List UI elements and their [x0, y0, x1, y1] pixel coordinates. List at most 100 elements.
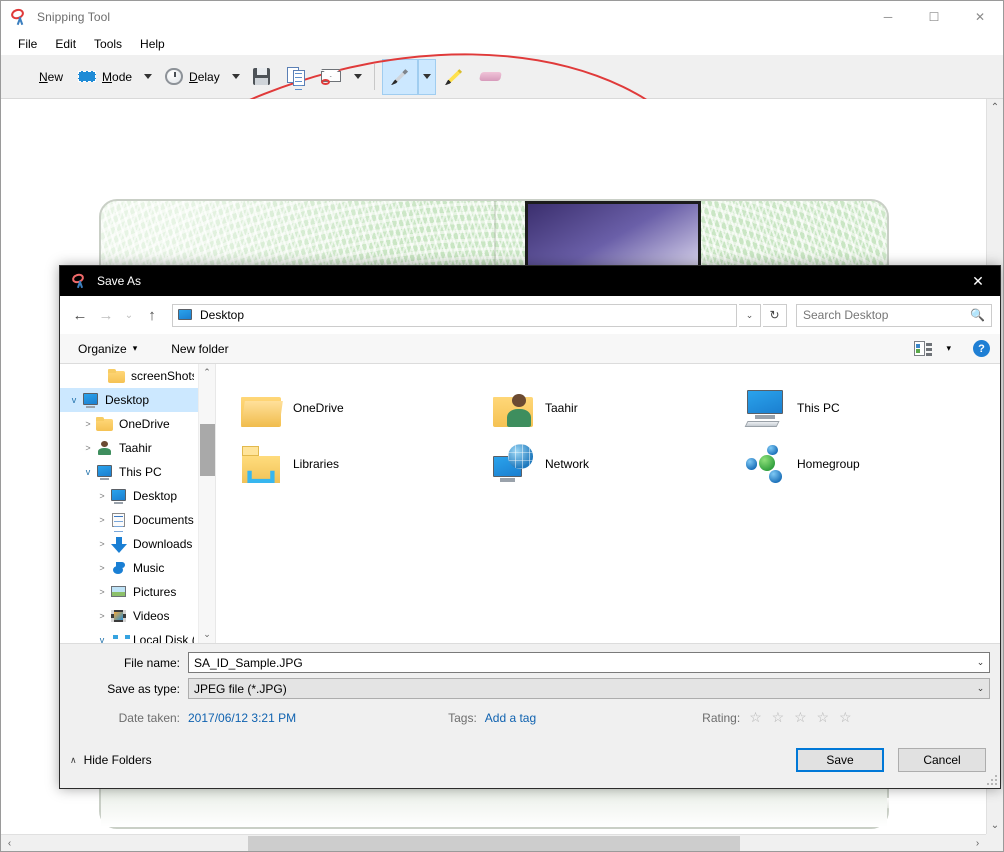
tree-item-documents[interactable]: > Documents [60, 508, 198, 532]
chevron-right-icon[interactable]: > [94, 563, 110, 573]
chevron-right-icon[interactable]: > [94, 515, 110, 525]
tree-item-label: screenShots [131, 369, 194, 383]
rating-stars[interactable]: ☆ ☆ ☆ ☆ ☆ [749, 709, 854, 726]
file-item-label: This PC [797, 401, 840, 415]
address-bar[interactable]: Desktop [172, 303, 737, 327]
forward-button[interactable]: → [94, 303, 118, 327]
mode-icon [77, 69, 97, 85]
change-view-button[interactable]: ▾ [906, 338, 959, 359]
menu-edit[interactable]: Edit [46, 35, 85, 53]
back-button[interactable]: ← [68, 303, 92, 327]
dialog-command-bar: Organize ▾ New folder ▾ ? [60, 334, 1000, 364]
navigation-scroll-thumb[interactable] [200, 424, 215, 476]
scroll-down-arrow[interactable]: ⌄ [987, 817, 1004, 834]
maximize-button[interactable]: ☐ [911, 1, 957, 33]
chevron-right-icon[interactable]: > [94, 587, 110, 597]
scroll-left-arrow[interactable]: ‹ [1, 835, 18, 852]
file-item-homegroup[interactable]: Homegroup [738, 436, 990, 492]
file-list-view[interactable]: OneDrive Taahir This PC Libraries Networ… [216, 364, 1000, 643]
highlighter-icon [443, 66, 465, 88]
file-name-input[interactable]: SA_ID_Sample.JPG ⌄ [188, 652, 990, 673]
tree-item-onedrive[interactable]: > OneDrive [60, 412, 198, 436]
tree-item-downloads[interactable]: > Downloads [60, 532, 198, 556]
scroll-down-arrow[interactable]: ⌄ [199, 626, 215, 643]
date-taken-value[interactable]: 2017/06/12 3:21 PM [188, 711, 296, 725]
file-item-this-pc[interactable]: This PC [738, 380, 990, 436]
canvas-horizontal-scrollbar[interactable]: ‹ › [1, 834, 986, 851]
navigation-scrollbar[interactable]: ⌃ ⌄ [198, 364, 215, 643]
horizontal-scroll-thumb[interactable] [247, 835, 740, 851]
dialog-body: screenShots v Desktop > OneDrive > Taahi… [60, 364, 1000, 644]
chevron-down-icon: ▾ [946, 343, 951, 353]
hide-folders-label: Hide Folders [83, 753, 152, 767]
chevron-right-icon[interactable]: > [94, 611, 110, 621]
chevron-down-icon: ▾ [132, 343, 138, 353]
menu-help[interactable]: Help [131, 35, 174, 53]
save-button[interactable]: Save [796, 748, 884, 772]
chevron-down-icon[interactable]: v [94, 635, 110, 643]
tree-item-desktop-child[interactable]: > Desktop [60, 484, 198, 508]
dialog-close-button[interactable]: ✕ [956, 266, 1000, 296]
tree-item-this-pc[interactable]: v This PC [60, 460, 198, 484]
delay-button[interactable]: Delay [157, 59, 227, 95]
pictures-icon [110, 584, 127, 600]
snipping-tool-icon [70, 272, 88, 289]
tree-item-music[interactable]: > Music [60, 556, 198, 580]
mode-button[interactable]: Mode [70, 59, 139, 95]
scroll-up-arrow[interactable]: ⌃ [987, 99, 1004, 116]
file-item-label: Libraries [293, 457, 340, 471]
tree-item-local-disk[interactable]: v Local Disk (C:) [60, 628, 198, 643]
minimize-button[interactable]: ─ [865, 1, 911, 33]
save-as-type-value: JPEG file (*.JPG) [194, 681, 287, 696]
new-folder-label: New folder [171, 341, 229, 356]
tree-item-videos[interactable]: > Videos [60, 604, 198, 628]
navigation-pane[interactable]: screenShots v Desktop > OneDrive > Taahi… [60, 364, 216, 643]
save-as-type-select[interactable]: JPEG file (*.JPG) ⌄ [188, 678, 990, 699]
hide-folders-button[interactable]: ∧ Hide Folders [70, 753, 152, 767]
dialog-title: Save As [97, 274, 142, 288]
chevron-right-icon[interactable]: > [80, 419, 96, 429]
recent-locations-button[interactable]: ⌄ [120, 303, 138, 327]
file-item-taahir[interactable]: Taahir [486, 380, 738, 436]
scroll-right-arrow[interactable]: › [969, 835, 986, 852]
address-dropdown-button[interactable]: ⌄ [739, 303, 761, 327]
tree-item-desktop[interactable]: v Desktop [60, 388, 198, 412]
chevron-down-icon[interactable]: ⌄ [972, 679, 989, 698]
close-button[interactable]: ✕ [957, 1, 1003, 33]
tree-item-pictures[interactable]: > Pictures [60, 580, 198, 604]
menu-file[interactable]: File [9, 35, 46, 53]
libraries-icon [241, 444, 281, 484]
chevron-right-icon[interactable]: > [94, 539, 110, 549]
tags-value[interactable]: Add a tag [485, 711, 536, 725]
snip-canvas[interactable]: ⌃ ⌄ ‹ › Save As ✕ ← → ⌄ ↑ Desktop ⌄ ↻ Se… [1, 99, 1003, 851]
delay-dropdown-arrow[interactable] [227, 59, 245, 95]
search-input[interactable]: Search Desktop 🔍 [796, 303, 992, 327]
menu-tools[interactable]: Tools [85, 35, 131, 53]
organize-button[interactable]: Organize ▾ [70, 339, 145, 359]
resize-grip[interactable] [986, 774, 998, 786]
file-item-label: Network [545, 457, 590, 471]
file-item-network[interactable]: Network [486, 436, 738, 492]
chevron-right-icon[interactable]: > [94, 491, 110, 501]
chevron-right-icon[interactable]: > [80, 443, 96, 453]
mode-dropdown-arrow[interactable] [139, 59, 157, 95]
file-item-onedrive[interactable]: OneDrive [234, 380, 486, 436]
save-as-type-label: Save as type: [107, 681, 180, 696]
cancel-button[interactable]: Cancel [898, 748, 986, 772]
scroll-up-arrow[interactable]: ⌃ [199, 364, 215, 381]
dialog-titlebar: Save As ✕ [60, 266, 1000, 296]
chevron-down-icon[interactable]: ⌄ [972, 653, 989, 672]
tree-item-taahir[interactable]: > Taahir [60, 436, 198, 460]
help-button[interactable]: ? [973, 340, 990, 357]
new-button[interactable]: New [0, 0, 798, 648]
user-icon [96, 440, 113, 456]
tree-item-screenshots[interactable]: screenShots [60, 364, 198, 388]
chevron-down-icon[interactable]: v [80, 467, 96, 477]
tree-item-label: OneDrive [119, 417, 170, 431]
refresh-button[interactable]: ↻ [763, 303, 787, 327]
up-button[interactable]: ↑ [140, 303, 164, 327]
new-folder-button[interactable]: New folder [163, 339, 236, 359]
id-strip-left [443, 797, 743, 809]
chevron-down-icon[interactable]: v [66, 395, 82, 405]
file-item-libraries[interactable]: Libraries [234, 436, 486, 492]
